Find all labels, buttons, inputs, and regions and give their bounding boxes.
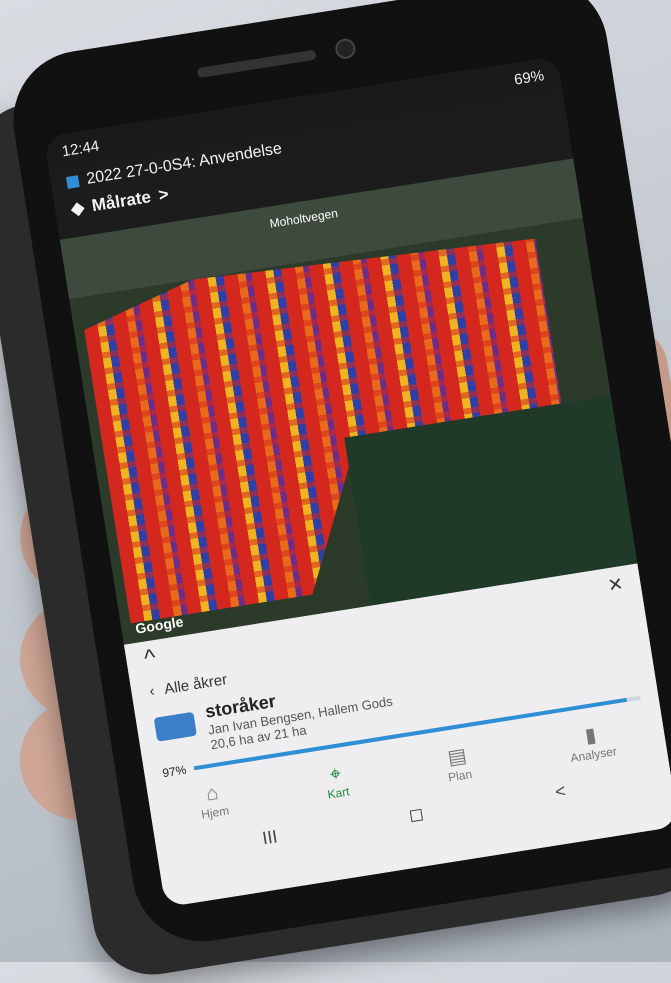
nav-item-analyser[interactable]: ▮ Analyser [566,719,617,765]
field-shape-icon [153,711,197,742]
chevron-right-icon: > [157,184,170,205]
collapse-icon[interactable]: ^ [142,644,158,673]
plan-icon: ▤ [446,744,469,770]
nav-item-hjem[interactable]: ⌂ Hjem [197,781,231,824]
battery-level: 69% [512,66,546,89]
photo-scene: 12:44 69% 2022 27-0-0S4: Anvendelse ◆ Må… [0,0,671,983]
recents-button[interactable]: III [261,826,279,849]
layer-label: Målrate [90,187,153,216]
close-icon[interactable]: × [606,570,624,600]
back-label: Alle åkrer [163,671,229,698]
nav-label: Plan [447,767,474,785]
home-button[interactable]: ◻ [407,803,425,826]
nav-label: Kart [326,784,351,802]
nav-label: Hjem [200,803,231,822]
chevron-left-icon: ‹ [148,682,156,701]
file-color-icon [65,175,80,189]
nav-item-kart[interactable]: ⌖ Kart [323,762,351,804]
nav-item-plan[interactable]: ▤ Plan [443,742,474,785]
map-view[interactable]: Moholtvegen Google ⊕ ⚙ ↻ ⚑ ⬠ [59,158,638,735]
progress-percent: 97% [161,762,188,781]
status-time: 12:44 [60,137,101,160]
layers-icon: ◆ [69,197,86,219]
back-button[interactable]: < [554,781,568,803]
